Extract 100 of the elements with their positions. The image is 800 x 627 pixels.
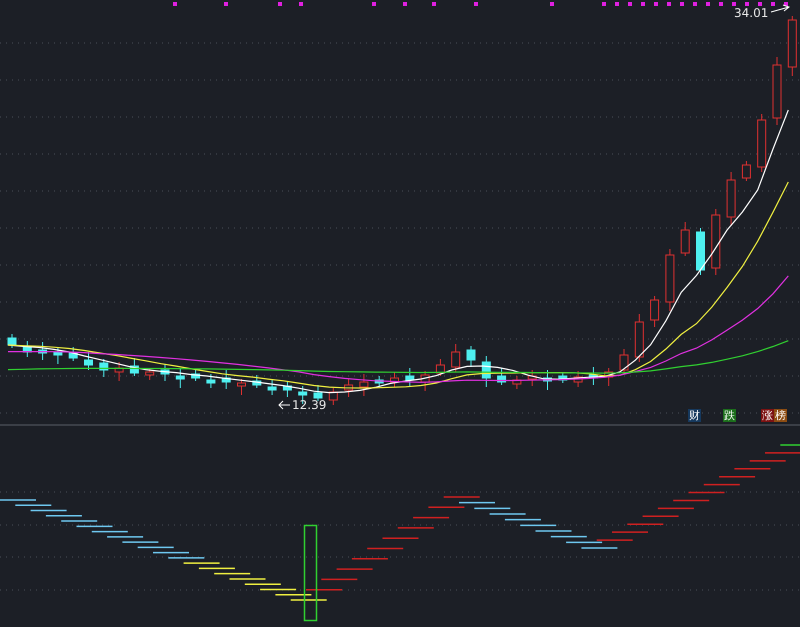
indicator-step [92,530,128,532]
candlestick [665,248,674,312]
indicator-step [76,526,112,528]
candlestick [497,368,506,386]
indicator-step [765,452,800,454]
indicator-step [688,492,724,494]
candlestick [772,56,782,126]
indicator-step [138,546,174,548]
candlestick [543,370,552,390]
indicator-step [336,568,373,570]
price-label: 34.01 [734,6,768,20]
candlestick [53,348,62,364]
candlestick [130,358,139,376]
indicator-step [398,527,434,529]
indicator-step [61,520,98,522]
candlestick [359,374,368,396]
candlestick [634,314,644,362]
indicator-step [750,460,786,462]
indicator-step [122,541,158,543]
indicator-step [198,568,235,570]
candlestick [696,228,705,276]
indicator-step [15,504,52,506]
candlestick [482,356,491,388]
indicator-step [168,557,204,559]
indicator-step [673,500,710,502]
indicator-step [244,583,281,585]
candlestick [788,16,797,76]
indicator-step [107,536,144,538]
indicator-step [0,499,36,501]
candlestick [84,352,93,370]
indicator-step [306,588,342,590]
candlestick [99,358,108,378]
indicator-step [490,513,526,515]
indicator-step [413,516,450,518]
candlestick [344,378,354,398]
indicator-step [382,537,418,539]
indicator-step [719,476,756,478]
tag-label[interactable]: 跌 [723,409,736,422]
candlestick [574,370,583,388]
indicator-step [474,508,510,510]
candlestick [237,378,246,396]
indicator-step [536,530,572,532]
candlestick [114,362,124,382]
candlestick [68,346,78,362]
candlestick [405,368,414,388]
indicator-step [642,516,679,518]
indicator-step [780,444,800,446]
candlestick [420,370,430,392]
indicator-step [550,536,587,538]
candlestick [282,382,292,398]
candlestick [650,296,660,328]
candlestick [145,368,154,380]
tag-label[interactable]: 财 [688,409,701,422]
indicator-step [46,515,82,517]
candlestick [558,372,568,384]
candlestick [680,222,690,256]
indicator-step [260,588,296,590]
candlestick [604,368,614,386]
indicator-step [520,524,556,526]
indicator-step [658,508,694,510]
leader-line [770,4,790,12]
candlestick [38,342,48,360]
candlestick [176,368,185,388]
candlestick [528,370,537,386]
candlestick [390,372,399,388]
indicator-step [459,502,495,504]
candlestick [22,340,32,358]
tag-label[interactable]: 榜 [774,409,787,422]
candlestick [314,384,322,402]
candlestick [742,160,751,182]
indicator-step [581,547,618,549]
candlestick [8,334,16,348]
candlestick [757,114,766,172]
indicator-step [275,594,312,596]
indicator-step [444,496,480,498]
candlestick [451,344,460,372]
candlestick [711,208,720,276]
indicator-step [612,531,648,533]
indicator-step [214,572,250,574]
candlestick [436,358,445,376]
indicator-step [352,558,388,560]
candlestick [620,348,628,374]
indicator-step [30,510,67,512]
candlestick [466,346,476,368]
candlestick [328,388,338,406]
candlestick [222,370,231,390]
indicator-step [627,523,664,525]
indicator-step [734,468,770,470]
candlestick [191,370,200,382]
candlestick [252,374,262,388]
candlestick [268,378,277,396]
candlestick [726,172,736,226]
price-label: 12.39 [292,398,326,412]
indicator-step [367,548,404,550]
candlestick [374,376,384,386]
indicator-step [704,484,740,486]
tag-label[interactable]: 涨 [761,409,774,422]
candlestick [160,364,170,382]
leader-line [278,400,290,410]
indicator-step [504,518,541,520]
